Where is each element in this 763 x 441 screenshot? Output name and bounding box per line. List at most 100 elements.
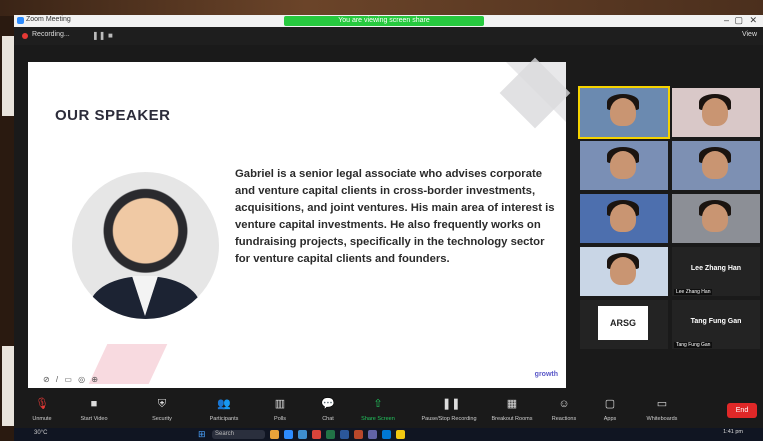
recording-icon: ❚❚ bbox=[442, 398, 461, 410]
shelf-object bbox=[2, 36, 14, 116]
participant-tile[interactable] bbox=[580, 141, 668, 190]
app-icon[interactable] bbox=[396, 430, 405, 439]
share-screen-icon: ⇧ bbox=[373, 398, 383, 410]
taskbar-search[interactable]: Search bbox=[212, 430, 265, 439]
share-screen-button[interactable]: ⇧ Share Screen bbox=[354, 396, 402, 426]
end-meeting-button[interactable]: End bbox=[727, 403, 757, 418]
slide-annotation-tools[interactable]: ⊘ / ▭ ◎ ⊕ bbox=[43, 375, 100, 384]
participants-icon: 👥 bbox=[217, 398, 231, 410]
app-title: Zoom Meeting bbox=[26, 16, 71, 23]
taskbar-clock[interactable]: 1:41 pm bbox=[723, 429, 743, 435]
participant-tile[interactable]: Lee Zhang Han Lee Zhang Han bbox=[672, 247, 760, 296]
teams-icon[interactable] bbox=[368, 430, 377, 439]
share-banner-text: You are viewing screen share bbox=[338, 17, 430, 24]
participant-tile[interactable] bbox=[672, 88, 760, 137]
word-icon[interactable] bbox=[340, 430, 349, 439]
breakout-rooms-label: Breakout Rooms bbox=[491, 416, 533, 422]
shared-slide: OUR SPEAKER Gabriel is a senior legal as… bbox=[28, 57, 571, 388]
meeting-top-bar: Recording... ❚❚ ■ View bbox=[14, 27, 763, 45]
participant-face bbox=[702, 151, 728, 179]
file-explorer-icon[interactable] bbox=[270, 430, 279, 439]
apps-label: Apps bbox=[603, 416, 617, 422]
polls-button[interactable]: ▥ Polls bbox=[256, 396, 304, 426]
title-bar: Zoom Meeting You are viewing screen shar… bbox=[14, 15, 763, 27]
pause-recording-icon[interactable]: ❚❚ bbox=[92, 31, 105, 40]
slide-logo: growth bbox=[534, 371, 558, 378]
windows-start-icon[interactable]: ⊞ bbox=[198, 430, 207, 439]
recording-label: Recording... bbox=[32, 31, 70, 38]
photo-background-top bbox=[0, 0, 763, 16]
start-video-label: Start Video bbox=[80, 416, 108, 422]
slide-title: OUR SPEAKER bbox=[55, 107, 171, 124]
breakout-rooms-button[interactable]: ▦ Breakout Rooms bbox=[488, 396, 536, 426]
powerpoint-icon[interactable] bbox=[354, 430, 363, 439]
unmute-button[interactable]: 🎙 Unmute bbox=[18, 396, 66, 426]
participant-name: Lee Zhang Han bbox=[674, 289, 713, 295]
speaker-photo bbox=[72, 172, 219, 319]
zoom-app-icon[interactable] bbox=[284, 430, 293, 439]
participant-tile[interactable]: Tang Fung Gan Tang Fung Gan bbox=[672, 300, 760, 349]
participant-gallery: Lee Zhang Han Lee Zhang Han ARSG Tang Fu… bbox=[578, 86, 760, 382]
reactions-button[interactable]: ☺ Reactions bbox=[540, 396, 588, 426]
participant-face bbox=[610, 151, 636, 179]
participant-tile[interactable] bbox=[580, 194, 668, 243]
recording-label: Pause/Stop Recording bbox=[421, 416, 477, 422]
view-button[interactable]: View bbox=[742, 31, 757, 38]
participant-display-name: Tang Fung Gan bbox=[690, 318, 742, 325]
reactions-label: Reactions bbox=[551, 416, 577, 422]
maximize-icon[interactable]: ▢ bbox=[734, 15, 743, 26]
apps-button[interactable]: ▢ Apps bbox=[586, 396, 634, 426]
recording-dot-icon bbox=[22, 33, 28, 39]
outlook-icon[interactable] bbox=[382, 430, 391, 439]
stop-recording-icon[interactable]: ■ bbox=[108, 31, 113, 40]
whiteboard-icon: ▭ bbox=[656, 398, 668, 410]
participant-display-name: Lee Zhang Han bbox=[690, 265, 742, 272]
recording-button[interactable]: ❚❚ Pause/Stop Recording bbox=[418, 396, 480, 426]
apps-icon: ▢ bbox=[604, 398, 616, 410]
close-icon[interactable]: ✕ bbox=[749, 15, 757, 26]
weather-widget[interactable]: 30°C bbox=[34, 430, 47, 436]
participant-face bbox=[610, 204, 636, 232]
edge-icon[interactable] bbox=[298, 430, 307, 439]
clock-time: 1:41 pm bbox=[723, 429, 743, 435]
whiteboards-button[interactable]: ▭ Whiteboards bbox=[634, 396, 690, 426]
participant-face bbox=[702, 204, 728, 232]
polls-label: Polls bbox=[274, 416, 286, 422]
participant-tile[interactable] bbox=[578, 86, 670, 139]
screen-share-banner[interactable]: You are viewing screen share bbox=[284, 16, 484, 26]
chrome-icon[interactable] bbox=[312, 430, 321, 439]
polls-icon: ▥ bbox=[274, 398, 286, 410]
participant-tile[interactable]: ARSG bbox=[580, 300, 668, 349]
minimize-icon[interactable]: – bbox=[724, 15, 729, 25]
speaker-bio: Gabriel is a senior legal associate who … bbox=[235, 168, 555, 265]
participant-face bbox=[702, 98, 728, 126]
windows-taskbar: 30°C ⊞ Search 1:41 pm bbox=[14, 428, 763, 441]
reactions-icon: ☺ bbox=[558, 398, 570, 410]
slide-decoration bbox=[88, 344, 168, 384]
video-icon: ■ bbox=[90, 398, 98, 410]
participant-logo: ARSG bbox=[598, 306, 648, 340]
unmute-label: Unmute bbox=[32, 416, 52, 422]
breakout-rooms-icon: ▦ bbox=[506, 398, 518, 410]
excel-icon[interactable] bbox=[326, 430, 335, 439]
zoom-window: Zoom Meeting You are viewing screen shar… bbox=[14, 15, 763, 441]
zoom-logo-icon bbox=[17, 17, 24, 24]
participant-tile[interactable] bbox=[672, 141, 760, 190]
share-screen-label: Share Screen bbox=[361, 416, 395, 422]
chat-icon: 💬 bbox=[321, 398, 335, 410]
participants-button[interactable]: 👥 Participants bbox=[200, 396, 248, 426]
start-video-button[interactable]: ■ Start Video bbox=[70, 396, 118, 426]
security-button[interactable]: ⛨ Security bbox=[138, 396, 186, 426]
participant-tile[interactable] bbox=[672, 194, 760, 243]
microphone-icon: 🎙 bbox=[35, 398, 49, 410]
participants-label: Participants bbox=[209, 416, 239, 422]
shield-icon: ⛨ bbox=[157, 398, 167, 410]
participant-name: Tang Fung Gan bbox=[674, 342, 713, 348]
participant-face bbox=[610, 257, 636, 285]
participant-face bbox=[610, 98, 636, 126]
chat-button[interactable]: 💬 Chat bbox=[304, 396, 352, 426]
shelf-object bbox=[2, 346, 14, 426]
participant-tile[interactable] bbox=[580, 247, 668, 296]
chat-label: Chat bbox=[322, 416, 334, 422]
whiteboards-label: Whiteboards bbox=[646, 416, 678, 422]
